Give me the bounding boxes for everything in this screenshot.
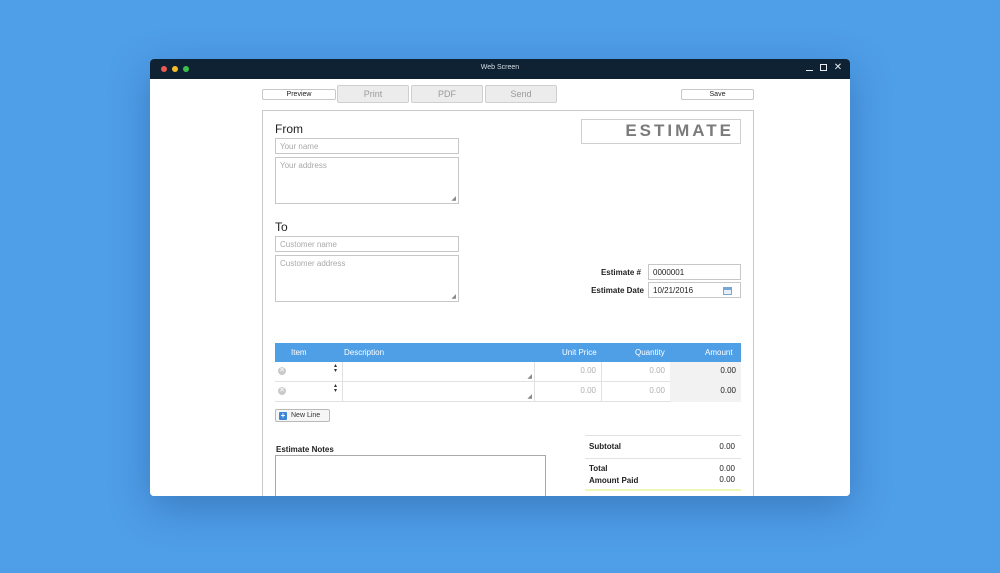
balance-highlight xyxy=(585,489,741,491)
unit-price-input[interactable]: 0.00 xyxy=(535,382,602,402)
estimate-notes-label: Estimate Notes xyxy=(276,445,334,454)
total-label: Total xyxy=(589,464,608,473)
resize-handle-icon[interactable]: ◢ xyxy=(527,374,532,380)
your-name-input[interactable]: Your name xyxy=(275,138,459,154)
line-item-row: ✕ ▴ ▾ ◢ 0.00 0.00 0.00 xyxy=(275,362,741,382)
estimate-notes-textarea[interactable] xyxy=(275,455,546,496)
print-button[interactable]: Print xyxy=(337,85,409,103)
quantity-input[interactable]: 0.00 xyxy=(602,382,670,402)
pdf-button[interactable]: PDF xyxy=(411,85,483,103)
column-header-item: Item xyxy=(291,348,307,357)
document-title: ESTIMATE xyxy=(581,119,741,144)
customer-name-input[interactable]: Customer name xyxy=(275,236,459,252)
customer-address-placeholder: Customer address xyxy=(280,259,346,268)
maximize-icon[interactable] xyxy=(817,62,829,74)
line-item-row: ✕ ▴ ▾ ◢ 0.00 0.00 0.00 xyxy=(275,382,741,402)
your-address-textarea[interactable]: Your address ◢ xyxy=(275,157,459,204)
from-label: From xyxy=(275,122,303,136)
title-bar: Web Screen ✕ xyxy=(150,59,850,79)
resize-handle-icon[interactable]: ◢ xyxy=(451,196,456,202)
calendar-icon[interactable] xyxy=(723,287,732,295)
plus-icon: + xyxy=(279,411,287,420)
estimate-date-input[interactable]: 10/21/2016 xyxy=(648,282,741,298)
resize-handle-icon[interactable]: ◢ xyxy=(527,394,532,400)
send-button[interactable]: Send xyxy=(485,85,557,103)
window-title: Web Screen xyxy=(480,64,520,71)
total-value: 0.00 xyxy=(719,464,735,473)
estimate-number-input[interactable]: 0000001 xyxy=(648,264,741,280)
subtotal-value: 0.00 xyxy=(719,442,735,451)
description-textarea[interactable]: ◢ xyxy=(342,362,535,381)
save-button[interactable]: Save xyxy=(681,89,754,100)
unit-price-input[interactable]: 0.00 xyxy=(535,362,602,382)
app-window: Web Screen ✕ Preview Print PDF Send Save… xyxy=(150,59,850,496)
amount-value: 0.00 xyxy=(670,362,741,382)
amount-paid-value: 0.00 xyxy=(719,475,735,484)
totals-divider xyxy=(585,458,741,459)
amount-value: 0.00 xyxy=(670,382,741,402)
estimate-number-label: Estimate # xyxy=(600,268,641,277)
column-header-description: Description xyxy=(344,348,385,357)
column-header-amount: Amount xyxy=(705,348,733,357)
amount-paid-label: Amount Paid xyxy=(589,476,639,485)
new-line-label: New Line xyxy=(291,412,321,419)
remove-line-icon[interactable]: ✕ xyxy=(278,387,286,395)
new-line-button[interactable]: + New Line xyxy=(275,409,330,422)
customer-address-textarea[interactable]: Customer address ◢ xyxy=(275,255,459,302)
quantity-input[interactable]: 0.00 xyxy=(602,362,670,382)
column-header-unit-price: Unit Price xyxy=(562,348,597,357)
resize-handle-icon[interactable]: ◢ xyxy=(451,294,456,300)
close-icon[interactable]: ✕ xyxy=(832,62,844,74)
subtotal-label: Subtotal xyxy=(589,442,621,451)
column-header-quantity: Quantity xyxy=(635,348,665,357)
item-select-stepper[interactable]: ▴ ▾ xyxy=(334,363,337,374)
totals-divider xyxy=(585,435,741,436)
description-textarea[interactable]: ◢ xyxy=(342,382,535,401)
preview-button[interactable]: Preview xyxy=(262,89,336,100)
estimate-date-label: Estimate Date xyxy=(591,286,644,295)
to-label: To xyxy=(275,220,288,234)
page-content: Preview Print PDF Send Save From Your na… xyxy=(150,79,850,496)
remove-line-icon[interactable]: ✕ xyxy=(278,367,286,375)
minimize-icon[interactable] xyxy=(803,62,815,74)
estimate-date-value: 10/21/2016 xyxy=(653,286,694,295)
your-address-placeholder: Your address xyxy=(280,161,327,170)
line-items-header: Item Description Unit Price Quantity Amo… xyxy=(275,343,741,362)
item-select-stepper[interactable]: ▴ ▾ xyxy=(334,383,337,394)
